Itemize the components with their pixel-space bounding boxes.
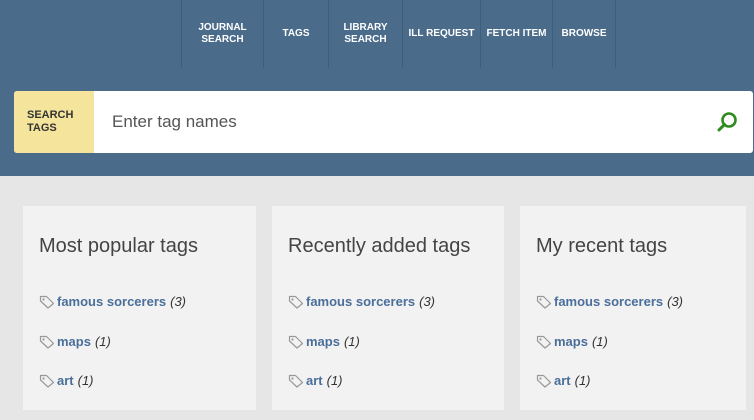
tag-item: maps (1) (536, 334, 608, 349)
nav-menu: JOURNAL SEARCH TAGS LIBRARY SEARCH ILL REQ… (181, 0, 616, 68)
nav-browse-label: BROWSE (561, 28, 607, 39)
tag-item: art (1) (288, 373, 343, 388)
panel-title: Recently added tags (288, 235, 471, 257)
tag-item: famous sorcerers (3) (288, 294, 435, 309)
nav-tags-label: TAGS (282, 28, 310, 39)
tag-icon (536, 295, 552, 309)
top-navigation: JOURNAL SEARCH TAGS LIBRARY SEARCH ILL REQ… (0, 0, 754, 68)
tag-search-input[interactable] (94, 91, 701, 153)
nav-ill-request[interactable]: ILL REQUEST (402, 0, 480, 68)
tag-icon (39, 374, 55, 388)
search-tags-label: SEARCH TAGS (14, 91, 94, 153)
tag-link[interactable]: art (57, 373, 74, 388)
tag-link[interactable]: art (554, 373, 571, 388)
nav-tags[interactable]: TAGS (263, 0, 328, 68)
tag-icon (39, 335, 55, 349)
nav-browse[interactable]: BROWSE (552, 0, 616, 68)
nav-fetch-item[interactable]: FETCH ITEM (480, 0, 552, 68)
nav-journal-search-label: JOURNAL SEARCH (198, 22, 247, 45)
tag-count: (3) (667, 294, 684, 309)
most-popular-tags-panel: Most popular tags famous sorcerers (3) m… (23, 206, 256, 410)
tag-icon (536, 335, 552, 349)
panel-title: My recent tags (536, 235, 668, 257)
nav-library-search[interactable]: LIBRARY SEARCH (328, 0, 402, 68)
tag-link[interactable]: famous sorcerers (554, 294, 663, 309)
tag-icon (288, 295, 304, 309)
tag-count: (3) (170, 294, 187, 309)
tag-link[interactable]: famous sorcerers (57, 294, 166, 309)
tag-link[interactable]: famous sorcerers (306, 294, 415, 309)
tag-count: (1) (591, 334, 608, 349)
tag-item: art (1) (39, 373, 94, 388)
tag-count: (1) (77, 373, 94, 388)
tag-link[interactable]: maps (306, 334, 340, 349)
tag-count: (3) (419, 294, 436, 309)
tag-count: (1) (94, 334, 111, 349)
tag-icon (288, 374, 304, 388)
tag-item: art (1) (536, 373, 591, 388)
nav-ill-request-label: ILL REQUEST (408, 28, 475, 39)
tag-count: (1) (343, 334, 360, 349)
tag-link[interactable]: maps (554, 334, 588, 349)
my-recent-tags-panel: My recent tags famous sorcerers (3) maps… (520, 206, 746, 410)
nav-library-search-label: LIBRARY SEARCH (343, 22, 388, 45)
search-icon (717, 112, 737, 132)
tag-item: maps (1) (39, 334, 111, 349)
tag-link[interactable]: maps (57, 334, 91, 349)
tag-count: (1) (574, 373, 591, 388)
tag-item: famous sorcerers (3) (536, 294, 683, 309)
tag-count: (1) (326, 373, 343, 388)
tag-icon (536, 374, 552, 388)
search-button[interactable] (701, 91, 753, 153)
tag-icon (39, 295, 55, 309)
panel-title: Most popular tags (39, 235, 198, 257)
tag-item: maps (1) (288, 334, 360, 349)
tag-item: famous sorcerers (3) (39, 294, 186, 309)
tag-link[interactable]: art (306, 373, 323, 388)
recently-added-tags-panel: Recently added tags famous sorcerers (3)… (272, 206, 504, 410)
nav-journal-search[interactable]: JOURNAL SEARCH (181, 0, 263, 68)
nav-fetch-item-label: FETCH ITEM (486, 28, 547, 39)
tag-icon (288, 335, 304, 349)
tag-search-bar: SEARCH TAGS (14, 91, 753, 153)
